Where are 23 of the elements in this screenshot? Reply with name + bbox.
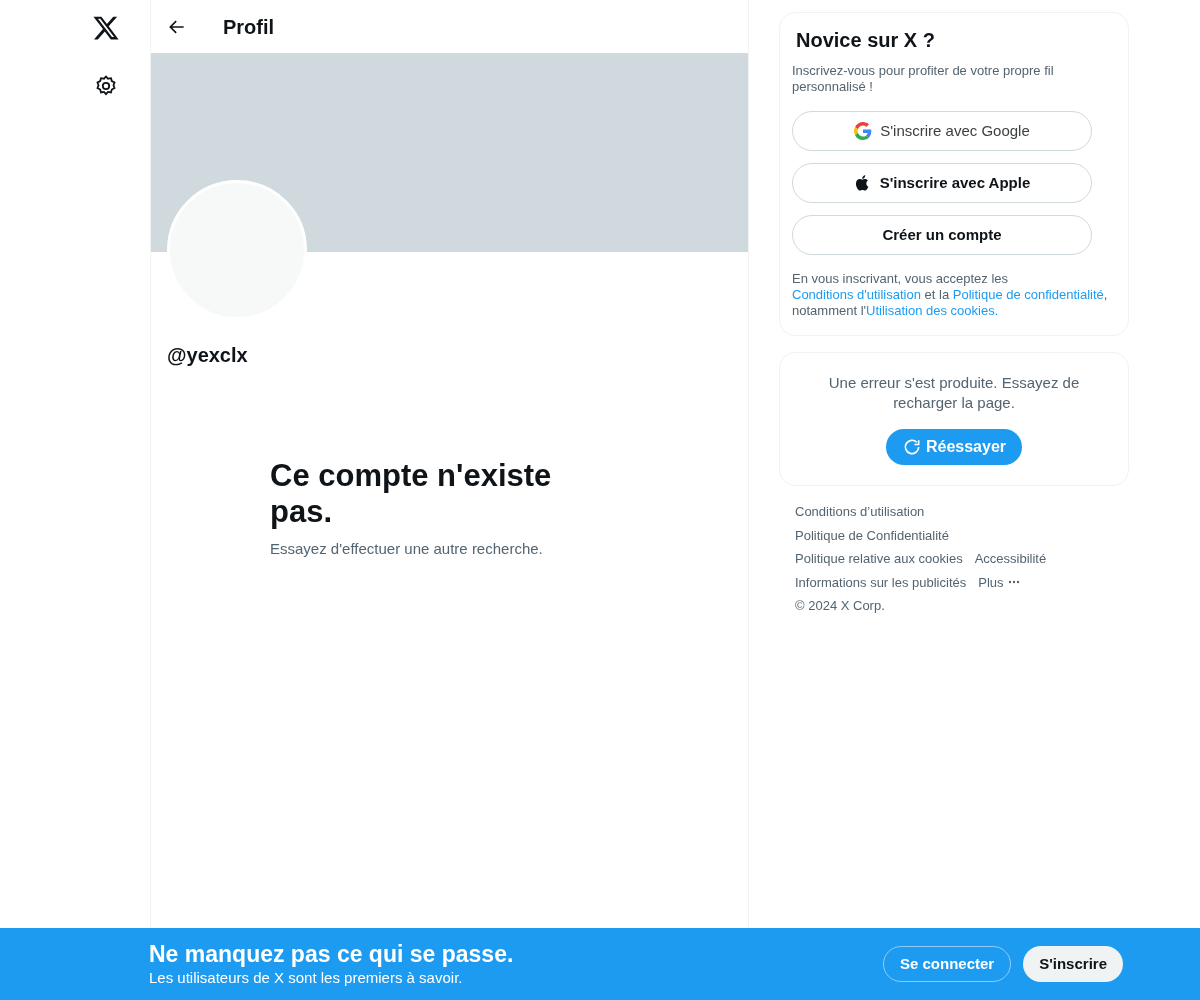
signup-button[interactable]: S'inscrire	[1023, 946, 1123, 982]
settings-icon[interactable]	[94, 74, 118, 98]
footer-link[interactable]: Informations sur les publicités	[795, 572, 967, 592]
google-logo-icon	[854, 122, 873, 140]
banner-subtitle: Les utilisateurs de X sont les premiers à savoir.	[149, 968, 464, 988]
footer-link[interactable]: Politique relative aux cookies	[795, 549, 963, 569]
error-message: Une erreur s'est produite. Essayez de recharger la page.	[827, 373, 1081, 413]
empty-state-subtitle: Essayez d'effectuer une autre recherche.	[270, 539, 544, 559]
footer-link[interactable]: Accessibilité	[974, 549, 1047, 569]
footer-link[interactable]: Politique de Confidentialité	[795, 525, 949, 545]
more-icon	[1007, 580, 1020, 585]
terms-text: En vous inscrivant, vous acceptez les Conditions d'utilisation et la Politique de confidentialité, notamment l'Utilisation des cookies.	[792, 271, 1109, 319]
empty-state-title: Ce compte n'existe pas.	[270, 458, 553, 530]
card-subtitle: Inscrivez-vous pour profiter de votre propre fil personnalisé !	[792, 63, 1055, 95]
card-title: Novice sur X ?	[795, 28, 936, 53]
x-logo-icon[interactable]	[92, 14, 120, 42]
copyright: © 2024 X Corp.	[795, 597, 886, 615]
page-title: Profil	[223, 14, 275, 40]
profile-handle: @yexclx	[167, 344, 248, 366]
footer-link[interactable]: Conditions d’utilisation	[795, 502, 925, 522]
more-link[interactable]: Plus	[978, 572, 1020, 592]
refresh-icon	[901, 437, 922, 457]
banner-title: Ne manquez pas ce qui se passe.	[149, 940, 515, 968]
